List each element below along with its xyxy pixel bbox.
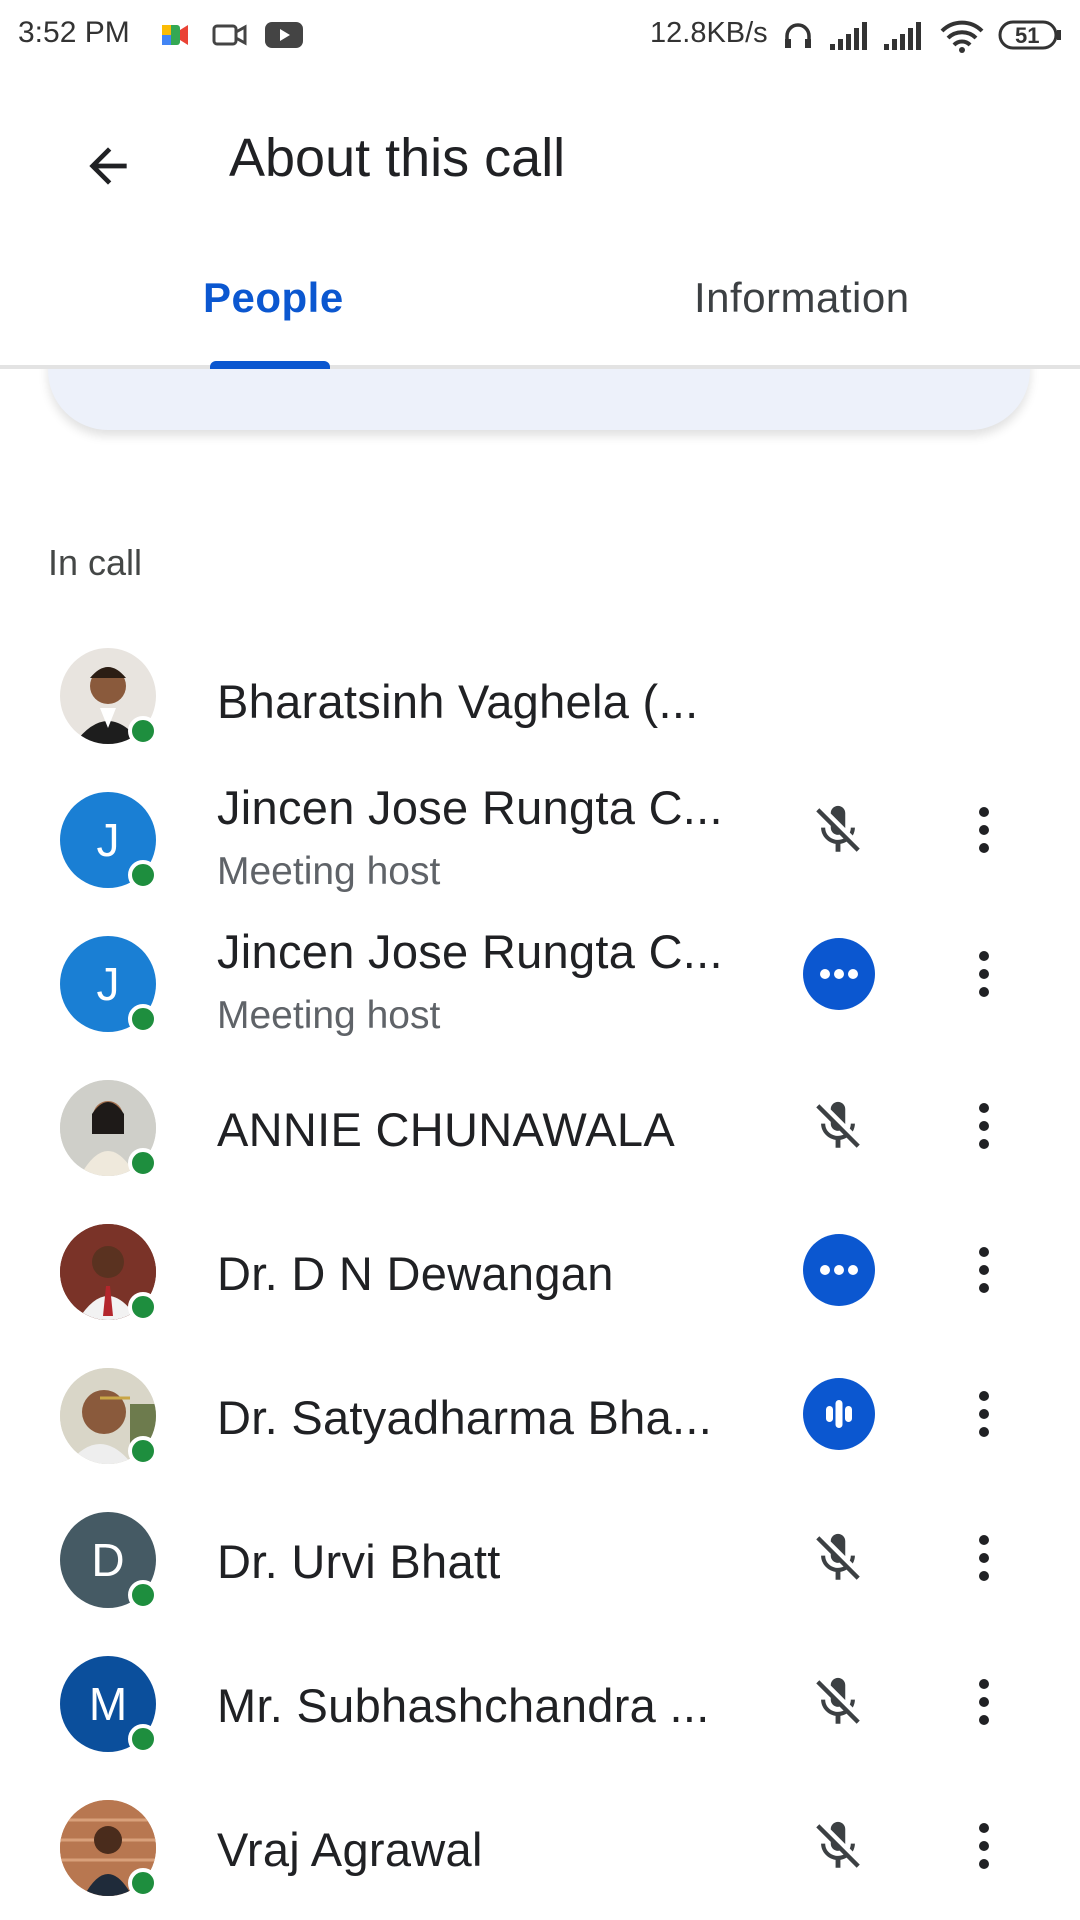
- wifi-icon: [940, 20, 984, 59]
- status-time: 3:52 PM: [18, 16, 130, 49]
- tab-bar: People Information: [0, 244, 1080, 369]
- participant-name: Dr. Satyadharma Bha...: [217, 1391, 713, 1444]
- avatar: [60, 1224, 158, 1322]
- participant-role: Meeting host: [217, 994, 441, 1037]
- video-icon: [212, 20, 248, 55]
- online-indicator: [128, 1004, 158, 1034]
- avatar: [60, 648, 158, 746]
- more-options-button[interactable]: [962, 1808, 1006, 1884]
- online-indicator: [128, 1868, 158, 1898]
- avatar: [60, 1800, 158, 1898]
- page-title: About this call: [229, 128, 566, 188]
- participant-row[interactable]: M Mr. Subhashchandra ...: [0, 1634, 1080, 1774]
- more-options-button[interactable]: [962, 1520, 1006, 1596]
- tab-indicator: [210, 361, 330, 369]
- avatar: M: [60, 1656, 158, 1754]
- mic-off-icon: [800, 1088, 876, 1164]
- status-more-icon: [803, 938, 875, 1010]
- avatar: J: [60, 936, 158, 1034]
- more-options-button[interactable]: [962, 936, 1006, 1012]
- mic-off-icon: [800, 1520, 876, 1596]
- signal-icon: [828, 20, 872, 57]
- more-options-button[interactable]: [962, 1376, 1006, 1452]
- avatar: [60, 1080, 158, 1178]
- participant-row[interactable]: J Jincen Jose Rungta C... Meeting host: [0, 914, 1080, 1054]
- participant-name: Jincen Jose Rungta C...: [217, 781, 723, 834]
- participant-row[interactable]: Dr. D N Dewangan: [0, 1202, 1080, 1342]
- youtube-icon: [264, 20, 304, 55]
- online-indicator: [128, 1580, 158, 1610]
- more-options-button[interactable]: [962, 1088, 1006, 1164]
- network-speed: 12.8KB/s: [650, 17, 768, 49]
- participant-row[interactable]: D Dr. Urvi Bhatt: [0, 1490, 1080, 1630]
- mic-off-icon: [800, 792, 876, 868]
- participant-name: Mr. Subhashchandra ...: [217, 1679, 710, 1732]
- more-options-button[interactable]: [962, 792, 1006, 868]
- avatar: J: [60, 792, 158, 890]
- mic-off-icon: [800, 1664, 876, 1740]
- participant-name: Jincen Jose Rungta C...: [217, 925, 723, 978]
- participant-row[interactable]: Vraj Agrawal: [0, 1778, 1080, 1918]
- status-bar: 3:52 PM 12.8KB/s 51: [0, 0, 1080, 74]
- signal-icon-2: [882, 20, 926, 57]
- app-bar: About this call: [0, 74, 1080, 244]
- participant-row[interactable]: ANNIE CHUNAWALA: [0, 1058, 1080, 1198]
- participant-name: Dr. D N Dewangan: [217, 1247, 614, 1300]
- battery-level: 51: [1015, 23, 1040, 48]
- participant-row[interactable]: Bharatsinh Vaghela (...: [0, 630, 1080, 770]
- back-button[interactable]: [70, 128, 146, 204]
- online-indicator: [128, 716, 158, 746]
- speaking-icon: [803, 1378, 875, 1450]
- participant-name: Dr. Urvi Bhatt: [217, 1535, 501, 1588]
- more-options-button[interactable]: [962, 1664, 1006, 1740]
- arrow-back-icon: [89, 147, 127, 185]
- online-indicator: [128, 1436, 158, 1466]
- section-label-in-call: In call: [48, 542, 143, 583]
- status-more-icon: [803, 1234, 875, 1306]
- online-indicator: [128, 860, 158, 890]
- participant-name: Vraj Agrawal: [217, 1823, 483, 1876]
- more-options-button[interactable]: [962, 1232, 1006, 1308]
- online-indicator: [128, 1292, 158, 1322]
- participant-row[interactable]: J Jincen Jose Rungta C... Meeting host: [0, 770, 1080, 910]
- participant-name: ANNIE CHUNAWALA: [217, 1103, 676, 1156]
- tab-people[interactable]: People: [203, 274, 344, 322]
- headphones-icon: [782, 20, 814, 57]
- participant-role: Meeting host: [217, 850, 441, 893]
- tab-information[interactable]: Information: [694, 274, 910, 322]
- online-indicator: [128, 1148, 158, 1178]
- avatar: [60, 1368, 158, 1466]
- participant-row[interactable]: Dr. Satyadharma Bha...: [0, 1346, 1080, 1486]
- meet-app-icon: [160, 20, 190, 55]
- avatar: D: [60, 1512, 158, 1610]
- mic-off-icon: [800, 1808, 876, 1884]
- online-indicator: [128, 1724, 158, 1754]
- battery-icon: 51: [998, 18, 1064, 57]
- participant-name: Bharatsinh Vaghela (...: [217, 675, 699, 728]
